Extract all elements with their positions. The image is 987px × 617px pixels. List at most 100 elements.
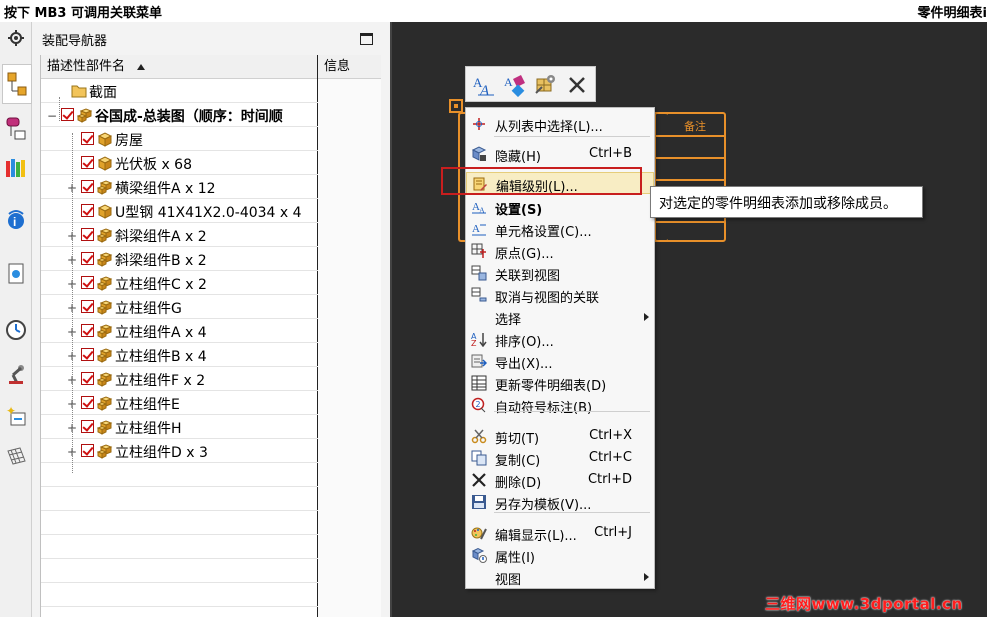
- tree-row[interactable]: + 斜梁组件B x 2: [41, 247, 381, 271]
- menu-item-auto-balloon[interactable]: 2 自动符号标注(B): [466, 394, 654, 416]
- svg-text:A: A: [504, 75, 513, 89]
- menu-item-update-table[interactable]: 更新零件明细表(D): [466, 372, 654, 394]
- menu-item-label: 排序(O)...: [495, 335, 554, 350]
- table-origin-handle[interactable]: [449, 99, 463, 113]
- menu-item-associate-view[interactable]: 关联到视图: [466, 262, 654, 284]
- visibility-checkbox[interactable]: [81, 204, 94, 217]
- cell-settings-icon: A: [471, 221, 487, 237]
- tree-row[interactable]: + 立柱组件D x 3: [41, 439, 381, 463]
- info-cell: [318, 127, 381, 151]
- settings-icon[interactable]: A: [501, 71, 529, 99]
- constraint-navigator-icon[interactable]: [4, 116, 28, 140]
- grid-icon[interactable]: [4, 444, 28, 468]
- assembly-navigator-icon[interactable]: [2, 64, 32, 104]
- menu-item-select-from-list[interactable]: 从列表中选择(L)...: [466, 113, 654, 135]
- tree-row[interactable]: 房屋: [41, 127, 381, 151]
- menu-item-copy[interactable]: 复制(C) Ctrl+C: [466, 447, 654, 469]
- menu-separator: [494, 411, 650, 412]
- disassociate-view-icon: [471, 287, 487, 303]
- menu-item-cut[interactable]: 剪切(T) Ctrl+X: [466, 425, 654, 447]
- tree-row[interactable]: + 立柱组件C x 2: [41, 271, 381, 295]
- template-icon[interactable]: ✦: [4, 404, 28, 428]
- menu-item-submenu-8[interactable]: 选择: [466, 306, 654, 328]
- menu-item-cell-settings[interactable]: A 单元格设置(C)...: [466, 218, 654, 240]
- maximize-icon[interactable]: [360, 33, 373, 45]
- tree-row[interactable]: + 立柱组件A x 4: [41, 319, 381, 343]
- info-cell: [318, 439, 381, 463]
- tree-row[interactable]: − 谷国成-总装图（顺序：时间顺: [41, 103, 381, 127]
- menu-item-disassociate-view[interactable]: 取消与视图的关联: [466, 284, 654, 306]
- tree-row[interactable]: + 立柱组件F x 2: [41, 367, 381, 391]
- table-line: [656, 157, 724, 159]
- visibility-checkbox[interactable]: [81, 396, 94, 409]
- tree-row[interactable]: U型钢 41X41X2.0-4034 x 4: [41, 199, 381, 223]
- menu-item-label: 选择: [495, 313, 522, 328]
- part-icon: [97, 132, 113, 147]
- column-header-label: 描述性部件名: [47, 59, 126, 74]
- info-cell: [318, 511, 381, 535]
- menu-item-label: 视图: [495, 573, 522, 588]
- tree-row[interactable]: 截面: [41, 79, 381, 103]
- cell-settings-icon[interactable]: [532, 71, 560, 99]
- visibility-checkbox[interactable]: [81, 276, 94, 289]
- info-cell: [318, 175, 381, 199]
- svg-text:A: A: [472, 223, 480, 235]
- visibility-checkbox[interactable]: [81, 156, 94, 169]
- visibility-checkbox[interactable]: [81, 228, 94, 241]
- menu-item-shortcut: Ctrl+J: [594, 525, 632, 540]
- menu-item-properties[interactable]: 属性(I): [466, 544, 654, 566]
- menu-item-save-template[interactable]: 另存为模板(V)...: [466, 491, 654, 513]
- part-icon: [97, 156, 113, 171]
- assembly-icon: [96, 324, 113, 339]
- visibility-checkbox[interactable]: [81, 300, 94, 313]
- tree-row[interactable]: + 立柱组件E: [41, 391, 381, 415]
- empty-row: [41, 583, 381, 607]
- tree-item-label: 立柱组件A x 4: [115, 325, 207, 341]
- annotation-style-icon[interactable]: AA: [470, 71, 498, 99]
- menu-item-shortcut: Ctrl+X: [589, 428, 632, 443]
- visibility-checkbox[interactable]: [81, 372, 94, 385]
- menu-item-origin[interactable]: 原点(G)...: [466, 240, 654, 262]
- web-browser-icon[interactable]: i: [4, 208, 28, 232]
- menu-item-shortcut: Ctrl+B: [589, 146, 632, 161]
- tree-row[interactable]: + 立柱组件H: [41, 415, 381, 439]
- visibility-checkbox[interactable]: [81, 180, 94, 193]
- delete-icon: [471, 472, 487, 488]
- delete-icon[interactable]: [563, 71, 591, 99]
- menu-item-submenu-19[interactable]: 视图: [466, 566, 654, 588]
- visibility-checkbox[interactable]: [81, 324, 94, 337]
- menu-item-delete[interactable]: 删除(D) Ctrl+D: [466, 469, 654, 491]
- visibility-checkbox[interactable]: [81, 444, 94, 457]
- visibility-checkbox[interactable]: [61, 108, 74, 121]
- assembly-icon: [96, 348, 113, 363]
- export-icon: [471, 353, 487, 369]
- history-icon[interactable]: [4, 318, 28, 342]
- menu-item-settings[interactable]: A A 设置(S): [466, 196, 654, 218]
- library-icon[interactable]: [4, 156, 28, 180]
- column-header-name[interactable]: 描述性部件名: [41, 55, 317, 79]
- tree-row[interactable]: + 立柱组件B x 4: [41, 343, 381, 367]
- column-header-info[interactable]: 信息: [318, 55, 381, 79]
- table-line: [656, 221, 724, 223]
- menu-item-hide[interactable]: 隐藏(H) Ctrl+B: [466, 143, 654, 165]
- empty-row: [41, 487, 381, 511]
- visibility-checkbox[interactable]: [81, 420, 94, 433]
- document-icon[interactable]: [4, 262, 28, 286]
- watermark: 三维网www.3dportal.cn: [765, 595, 963, 613]
- gear-icon[interactable]: [4, 26, 28, 50]
- menu-item-label: 单元格设置(C)...: [495, 225, 592, 240]
- tree-row[interactable]: + 立柱组件G: [41, 295, 381, 319]
- tree-item-label: 立柱组件F x 2: [115, 373, 206, 389]
- robot-icon[interactable]: [4, 362, 28, 386]
- menu-item-export[interactable]: 导出(X)...: [466, 350, 654, 372]
- collapse-icon[interactable]: −: [47, 109, 57, 123]
- visibility-checkbox[interactable]: [81, 132, 94, 145]
- empty-row: [41, 511, 381, 535]
- tree-row[interactable]: + 横梁组件A x 12: [41, 175, 381, 199]
- menu-item-sort[interactable]: A Z 排序(O)...: [466, 328, 654, 350]
- tree-row[interactable]: + 斜梁组件A x 2: [41, 223, 381, 247]
- visibility-checkbox[interactable]: [81, 252, 94, 265]
- menu-item-edit-display[interactable]: 编辑显示(L)... Ctrl+J: [466, 522, 654, 544]
- tree-row[interactable]: 光伏板 x 68: [41, 151, 381, 175]
- visibility-checkbox[interactable]: [81, 348, 94, 361]
